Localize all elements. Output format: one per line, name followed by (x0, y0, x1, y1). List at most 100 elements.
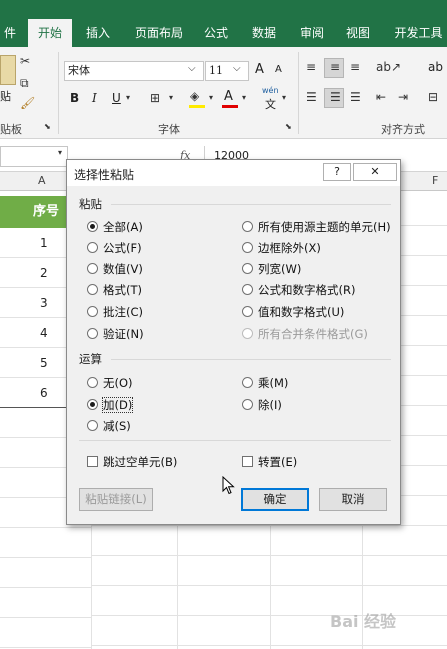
copy-icon[interactable]: ⧉ (20, 76, 29, 91)
row-cell[interactable]: 4 (40, 326, 48, 340)
tab-page-layout[interactable]: 页面布局 (128, 19, 190, 47)
wrap-text-button[interactable]: ab (428, 60, 443, 74)
option-label: 验证(N) (103, 327, 144, 341)
fill-color-icon[interactable]: ◈ (190, 89, 199, 103)
chevron-down-icon[interactable]: ▾ (242, 93, 246, 102)
tab-insert[interactable]: 插入 (78, 19, 118, 47)
paste-link-button[interactable]: 粘贴链接(L) (79, 488, 153, 511)
paste-icon[interactable] (0, 55, 16, 85)
help-icon: ? (334, 165, 340, 178)
tab-developer[interactable]: 开发工具 (390, 19, 447, 47)
font-color-button[interactable]: A (224, 89, 233, 104)
checkbox[interactable] (87, 456, 98, 467)
tab-data[interactable]: 数据 (246, 19, 282, 47)
radio[interactable] (242, 399, 253, 410)
row-cell[interactable]: 2 (40, 266, 48, 280)
radio-selected[interactable] (87, 221, 98, 232)
radio[interactable] (87, 242, 98, 253)
radio[interactable] (87, 284, 98, 295)
transpose-checkbox[interactable]: 转置(E) (242, 452, 297, 472)
tab-formulas[interactable]: 公式 (198, 19, 234, 47)
tab-view[interactable]: 视图 (340, 19, 376, 47)
close-button[interactable]: ✕ (353, 163, 397, 181)
align-top-icon[interactable]: ≡ (306, 60, 316, 74)
increase-indent-icon[interactable]: ⇥ (398, 90, 408, 104)
merge-center-icon[interactable]: ⊟ (428, 90, 438, 104)
paste-column-widths-option[interactable]: 列宽(W) (242, 259, 301, 279)
chevron-down-icon[interactable]: ▾ (209, 93, 213, 102)
op-subtract-option[interactable]: 减(S) (87, 416, 131, 436)
radio[interactable] (242, 284, 253, 295)
radio[interactable] (242, 377, 253, 388)
clipboard-launcher-icon[interactable]: ⬊ (44, 122, 51, 131)
bold-button[interactable]: B (70, 91, 79, 105)
option-label: 全部(A) (103, 220, 143, 234)
row-cell[interactable]: 6 (40, 386, 48, 400)
checkbox[interactable] (242, 456, 253, 467)
paste-no-borders-option[interactable]: 边框除外(X) (242, 238, 321, 258)
orientation-icon[interactable]: ab↗ (376, 60, 401, 74)
ok-button[interactable]: 确定 (241, 488, 309, 511)
column-header-a[interactable]: A (38, 174, 46, 187)
radio[interactable] (87, 377, 98, 388)
font-name-combo[interactable]: 宋体 (64, 61, 204, 81)
radio[interactable] (242, 263, 253, 274)
row-cell[interactable]: 1 (40, 236, 48, 250)
paste-comments-option[interactable]: 批注(C) (87, 302, 143, 322)
paste-formulas-option[interactable]: 公式(F) (87, 238, 142, 258)
cancel-button[interactable]: 取消 (319, 488, 387, 511)
option-label: 转置(E) (258, 455, 298, 469)
border-icon[interactable]: ⊞ (150, 91, 160, 105)
chevron-down-icon[interactable]: ▾ (126, 93, 130, 102)
paste-formulas-numbers-option[interactable]: 公式和数字格式(R) (242, 280, 355, 300)
row-cell[interactable]: 5 (40, 356, 48, 370)
chevron-down-icon[interactable]: ▾ (169, 93, 173, 102)
column-header-f[interactable]: F (432, 174, 438, 187)
op-divide-option[interactable]: 除(I) (242, 395, 282, 415)
radio[interactable] (242, 306, 253, 317)
chevron-down-icon[interactable]: ▾ (282, 93, 286, 102)
paste-all-option[interactable]: 全部(A) (87, 217, 143, 237)
paste-values-numbers-option[interactable]: 值和数字格式(U) (242, 302, 344, 322)
align-bottom-icon[interactable]: ≡ (350, 60, 360, 74)
skip-blanks-checkbox[interactable]: 跳过空单元(B) (87, 452, 177, 472)
tab-file[interactable]: 件 (0, 19, 20, 47)
font-color-bar (222, 105, 238, 108)
chevron-down-icon[interactable]: ⌵ (188, 63, 196, 74)
cut-icon[interactable]: ✂ (20, 54, 30, 68)
align-right-icon[interactable]: ☰ (350, 90, 361, 104)
paste-validation-option[interactable]: 验证(N) (87, 324, 144, 344)
mouse-cursor-icon (222, 476, 235, 495)
radio[interactable] (87, 263, 98, 274)
font-launcher-icon[interactable]: ⬊ (285, 122, 292, 131)
radio[interactable] (242, 221, 253, 232)
format-painter-icon[interactable]: 🖌 (20, 96, 35, 110)
radio[interactable] (87, 420, 98, 431)
paste-values-option[interactable]: 数值(V) (87, 259, 143, 279)
decrease-indent-icon[interactable]: ⇤ (376, 90, 386, 104)
grow-font-button[interactable]: A (255, 62, 264, 77)
underline-button[interactable]: U (112, 91, 121, 105)
radio[interactable] (242, 242, 253, 253)
clipboard-group-label: 贴板 (0, 123, 22, 136)
paste-formats-option[interactable]: 格式(T) (87, 280, 142, 300)
paste-source-theme-option[interactable]: 所有使用源主题的单元(H) (242, 217, 391, 237)
radio[interactable] (87, 328, 98, 339)
help-button[interactable]: ? (323, 163, 351, 181)
tab-home[interactable]: 开始 (28, 19, 72, 47)
radio[interactable] (87, 306, 98, 317)
italic-button[interactable]: I (92, 91, 97, 105)
radio-disabled (242, 328, 253, 339)
op-add-option[interactable]: 加(D) (87, 395, 134, 415)
tab-review[interactable]: 审阅 (294, 19, 330, 47)
font-size-combo[interactable]: 11 (205, 61, 249, 81)
row-cell[interactable]: 3 (40, 296, 48, 310)
op-multiply-option[interactable]: 乘(M) (242, 373, 288, 393)
radio-selected[interactable] (87, 399, 98, 410)
phonetic-button[interactable]: 文 (265, 96, 276, 112)
op-none-option[interactable]: 无(O) (87, 373, 133, 393)
shrink-font-button[interactable]: A (275, 64, 282, 75)
chevron-down-icon[interactable]: ⌵ (233, 63, 241, 74)
align-left-icon[interactable]: ☰ (306, 90, 317, 104)
chevron-down-icon[interactable]: ▾ (58, 148, 62, 157)
